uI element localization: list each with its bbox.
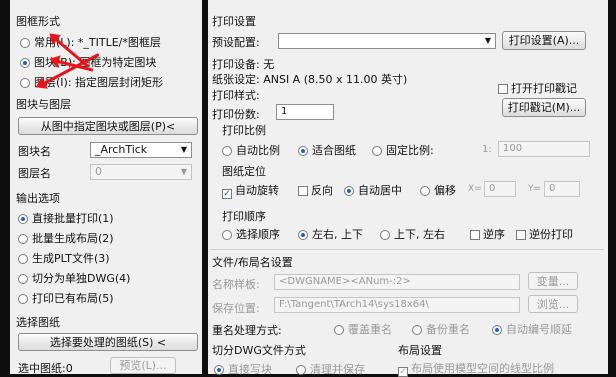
frame-style-title: 图框形式 (16, 15, 60, 28)
radio-selected-icon (18, 214, 28, 224)
offset-y-input[interactable]: 0 (544, 181, 580, 197)
check-icon: ✓ (222, 189, 232, 199)
checkbox-icon (516, 230, 526, 240)
block-name-select[interactable]: _ArchTick ▼ (90, 142, 192, 158)
layout-model-linetype-checkbox[interactable]: ✓ 布局使用模型空间的线型比例 (398, 360, 554, 377)
radio-icon (372, 146, 382, 156)
radio-icon (412, 325, 422, 335)
radio-backup[interactable]: 备份重名 (412, 321, 470, 337)
radio-icon (380, 230, 390, 240)
radio-fixed-scale[interactable]: 固定比例: (372, 142, 434, 158)
layer-name-label: 图层名 (18, 167, 51, 180)
radio-top-bottom-left-right[interactable]: 上下, 左右 (380, 226, 445, 242)
right-panel: 打印设置 预设配置: ▼ 打印设置(A)... 打印设备: 无 纸张设定: AN… (208, 0, 608, 377)
radio-auto-scale[interactable]: 自动比例 (222, 142, 280, 158)
offset-x-input[interactable]: 0 (484, 181, 516, 197)
radio-icon (18, 294, 28, 304)
reverse-checkbox[interactable]: 反向 (298, 182, 333, 198)
radio-icon (18, 274, 28, 284)
print-order-title: 打印顺序 (222, 210, 266, 223)
checkbox-icon (470, 230, 480, 240)
radio-selected-icon (298, 230, 308, 240)
radio-icon (222, 230, 232, 240)
pick-from-drawing-button[interactable]: 从图中指定图块或图层(P)< (18, 117, 198, 135)
copies-input[interactable]: 1 (276, 104, 334, 120)
y-label: Y= (528, 184, 542, 194)
radio-purge-save[interactable]: 清理并保存 (296, 361, 365, 377)
save-location-input[interactable]: F:\Tangent\TArch14\sys18x64\ (274, 297, 520, 313)
radio-selected-icon (344, 186, 354, 196)
layout-settings-title: 布局设置 (398, 344, 442, 357)
block-name-label: 图块名 (18, 145, 51, 158)
save-location-label: 保存位置: (212, 302, 260, 315)
radio-icon (18, 254, 28, 264)
radio-common[interactable]: 常用(L): *_TITLE/*图框层 (20, 34, 161, 50)
print-scale-title: 打印比例 (222, 124, 266, 137)
x-label: X= (468, 184, 482, 194)
copies-label: 打印份数: (212, 108, 260, 121)
reverse-copies-checkbox[interactable]: 逆份打印 (516, 226, 573, 242)
chevron-down-icon: ▼ (484, 36, 492, 45)
radio-icon (20, 78, 30, 88)
radio-auto-number[interactable]: 自动编号顺延 (492, 321, 572, 337)
radio-icon (420, 186, 430, 196)
radio-overwrite[interactable]: 覆盖重名 (334, 321, 392, 337)
layer-name-select[interactable]: 0 ▼ (90, 164, 192, 180)
browse-button[interactable]: 浏览... (528, 295, 578, 313)
preview-button[interactable]: 预览(L)... (110, 357, 176, 374)
scale-prefix: 1: (482, 144, 492, 155)
duplicate-handling-label: 重名处理方式: (212, 324, 282, 337)
left-panel: 图框形式 常用(L): *_TITLE/*图框层 图块(B): 图框为特定图块 … (10, 0, 202, 375)
preset-select[interactable]: ▼ (278, 33, 496, 49)
radio-icon (222, 146, 232, 156)
output-options-title: 输出选项 (16, 192, 60, 205)
preset-label: 预设配置: (212, 36, 260, 49)
radio-left-right-top-bottom[interactable]: 左右, 上下 (298, 226, 363, 242)
radio-selected-icon (20, 58, 30, 68)
radio-plt-file[interactable]: 生成PLT文件(3) (18, 250, 110, 266)
scale-ratio-input[interactable]: 100 (498, 141, 590, 157)
radio-selected-icon (298, 146, 308, 156)
radio-icon (18, 234, 28, 244)
file-layout-title: 文件/布局名设置 (212, 256, 293, 269)
auto-rotate-checkbox[interactable]: ✓ 自动旋转 (222, 182, 279, 199)
chevron-down-icon: ▼ (180, 145, 188, 154)
chevron-down-icon: ▼ (180, 167, 188, 176)
name-template-label: 名称样板: (212, 278, 260, 291)
check-icon: ✓ (398, 367, 408, 377)
split-dwg-title: 切分DWG文件方式 (212, 344, 306, 357)
name-template-input[interactable]: <DWGNAME><ANum-:2> (274, 274, 520, 290)
checkbox-icon (498, 84, 508, 94)
radio-offset[interactable]: 偏移 (420, 182, 456, 198)
checkbox-icon (298, 186, 308, 196)
radio-print-layouts[interactable]: 打印已有布局(5) (18, 290, 114, 306)
divider (210, 249, 604, 250)
radio-split-dwg[interactable]: 切分为单独DWG(4) (18, 270, 130, 286)
print-device-label: 打印设备: 无 (212, 58, 275, 71)
variables-button[interactable]: 变量... (528, 272, 578, 290)
print-style-label: 打印样式: (212, 89, 260, 102)
radio-fit-paper[interactable]: 适合图纸 (298, 142, 356, 158)
select-drawings-button[interactable]: 选择要处理的图纸(S) < (18, 333, 198, 351)
paper-position-title: 图纸定位 (222, 165, 266, 178)
radio-auto-center[interactable]: 自动居中 (344, 182, 402, 198)
print-stamp-button[interactable]: 打印戳记(M)... (502, 98, 586, 117)
radio-batch-layout[interactable]: 批量生成布局(2) (18, 230, 114, 246)
radio-selected-icon (492, 325, 502, 335)
paper-setting-label: 纸张设定: ANSI A (8.50 x 11.00 英寸) (212, 73, 408, 86)
radio-icon (20, 38, 30, 48)
radio-icon (334, 325, 344, 335)
radio-select-order[interactable]: 选择顺序 (222, 226, 280, 242)
print-settings-title: 打印设置 (212, 15, 256, 28)
radio-direct-batch-print[interactable]: 直接批量打印(1) (18, 210, 114, 226)
print-setup-button[interactable]: 打印设置(A)... (502, 31, 586, 50)
block-layer-title: 图块与图层 (16, 98, 71, 111)
reverse-order-checkbox[interactable]: 逆序 (470, 226, 505, 242)
open-print-stamp-checkbox[interactable]: 打开打印戳记 (498, 80, 577, 96)
radio-write-block[interactable]: 直接写块 (214, 361, 272, 377)
select-drawings-title: 选择图纸 (16, 316, 60, 329)
